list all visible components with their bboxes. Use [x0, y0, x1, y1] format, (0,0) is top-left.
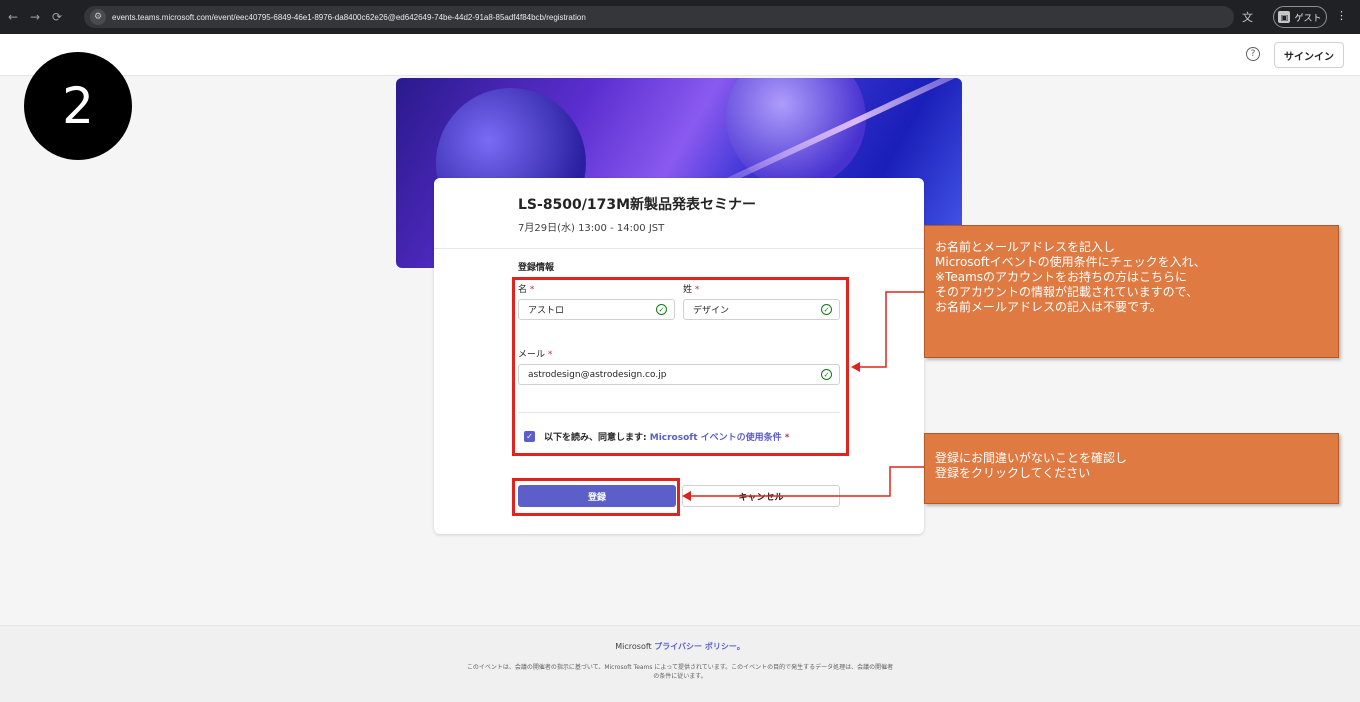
page-footer: Microsoft プライバシー ポリシー。 このイベントは、会議の開催者の指示… — [0, 625, 1360, 702]
reload-icon[interactable]: ⟳ — [48, 10, 66, 24]
forward-icon[interactable]: → — [26, 10, 44, 24]
instruction-callout-register: 登録にお間違いがないことを確認し 登録をクリックしてください — [924, 433, 1339, 504]
page-header: ? サインイン — [0, 34, 1360, 76]
address-bar[interactable]: ⚙ events.teams.microsoft.com/event/eec40… — [84, 6, 1234, 28]
section-title: 登録情報 — [518, 263, 555, 273]
privacy-policy-link[interactable]: プライバシー ポリシー。 — [654, 642, 745, 651]
fields-highlight-box — [512, 277, 849, 456]
browser-toolbar: ← → ⟳ ⚙ events.teams.microsoft.com/event… — [0, 0, 1360, 34]
event-date: 7月29日(水) 13:00 - 14:00 JST — [518, 223, 665, 234]
event-title: LS-8500/173M新製品発表セミナー — [518, 197, 757, 213]
register-highlight-box — [512, 478, 680, 516]
help-icon[interactable]: ? — [1246, 47, 1260, 61]
back-icon[interactable]: ← — [4, 10, 22, 24]
guest-profile-button[interactable]: ▣ ゲスト — [1273, 6, 1327, 28]
profile-icon: ▣ — [1278, 11, 1291, 23]
footer-policy: Microsoft プライバシー ポリシー。 — [615, 642, 745, 651]
step-number-badge: 2 — [24, 52, 132, 160]
divider — [434, 248, 924, 249]
signin-button[interactable]: サインイン — [1274, 42, 1344, 68]
site-info-icon[interactable]: ⚙ — [90, 9, 106, 25]
cancel-button[interactable]: キャンセル — [682, 485, 840, 507]
more-menu-icon[interactable]: ⋮ — [1336, 9, 1347, 22]
translate-icon[interactable]: 文 — [1242, 9, 1253, 25]
guest-label: ゲスト — [1294, 13, 1322, 24]
footer-note: このイベントは、会議の開催者の指示に基づいて、Microsoft Teams に… — [466, 664, 894, 680]
instruction-callout-fields: お名前とメールアドレスを記入し Microsoftイベントの使用条件にチェックを… — [924, 225, 1339, 358]
url-text: events.teams.microsoft.com/event/eec4079… — [112, 12, 586, 22]
